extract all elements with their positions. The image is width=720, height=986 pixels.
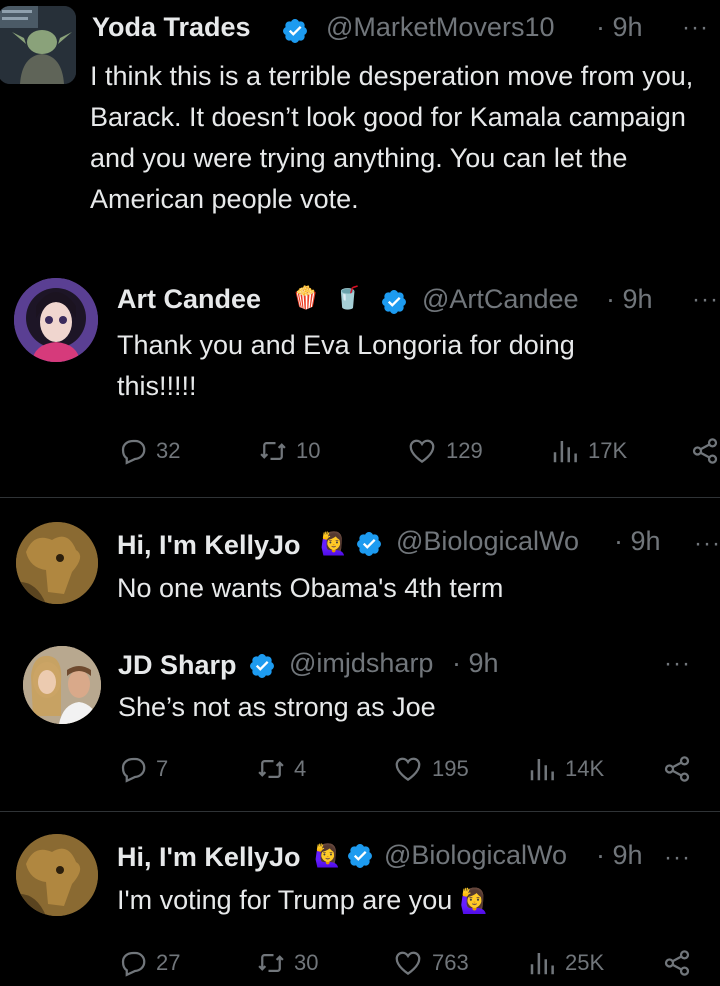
popcorn-emoji-icon: 🍿 — [292, 285, 320, 310]
tweet-text-content: I'm voting for Trump are you — [117, 885, 453, 915]
tweet-kellyjo-2[interactable]: Hi, I'm KellyJo 🙋‍♀️ @BiologicalWo · 9h … — [0, 812, 720, 986]
avatar[interactable] — [16, 522, 98, 604]
cup-emoji-icon: 🥤 — [334, 285, 362, 310]
tweet-text: No one wants Obama's 4th term — [117, 573, 504, 603]
avatar[interactable] — [23, 646, 101, 724]
handle[interactable]: @MarketMovers10 — [326, 12, 554, 43]
avatar[interactable] — [14, 278, 98, 362]
verified-badge-icon — [281, 17, 309, 45]
reply-count: 32 — [156, 438, 181, 463]
display-name[interactable]: Yoda Trades — [92, 12, 251, 43]
like-count: 195 — [432, 756, 469, 781]
view-count: 17K — [588, 438, 628, 463]
verified-badge-icon — [248, 652, 276, 680]
share-icon — [690, 436, 720, 466]
handle[interactable]: @imjdsharp — [289, 648, 433, 679]
repost-count: 30 — [294, 950, 319, 975]
more-options-icon[interactable]: ··· — [692, 286, 719, 314]
heart-icon — [392, 754, 424, 784]
verified-badge-icon — [346, 842, 374, 870]
avatar[interactable] — [16, 834, 98, 916]
timestamp[interactable]: · 9h — [596, 12, 643, 43]
repost-button[interactable]: 4 — [256, 754, 306, 784]
like-button[interactable]: 195 — [392, 754, 469, 784]
woman-raising-hand-emoji-icon: 🙋‍♀️ — [320, 531, 348, 556]
view-count: 25K — [565, 950, 605, 975]
heart-icon — [392, 948, 424, 978]
share-icon — [662, 948, 692, 978]
share-icon — [662, 754, 692, 784]
more-options-icon[interactable]: ··· — [664, 650, 691, 678]
reply-button[interactable]: 7 — [118, 754, 168, 784]
like-count: 763 — [432, 950, 469, 975]
repost-icon — [256, 948, 286, 978]
timestamp[interactable]: · 9h — [614, 526, 661, 557]
reply-button[interactable]: 27 — [118, 948, 180, 978]
tweet-jd-sharp[interactable]: JD Sharp @imjdsharp · 9h ··· She’s not a… — [0, 628, 720, 808]
avatar[interactable] — [0, 6, 76, 84]
tweet-text: I think this is a terrible desperation m… — [90, 61, 694, 214]
timestamp[interactable]: · 9h — [596, 840, 643, 871]
reply-icon — [118, 754, 148, 784]
display-name[interactable]: JD Sharp — [118, 650, 237, 681]
handle[interactable]: @BiologicalWo — [384, 840, 567, 871]
views-icon — [527, 948, 557, 978]
views-button[interactable]: 14K — [527, 754, 604, 784]
tweet-text: She’s not as strong as Joe — [118, 692, 436, 722]
heart-icon — [406, 436, 438, 466]
tweet-kellyjo[interactable]: Hi, I'm KellyJo 🙋‍♀️ @BiologicalWo · 9h … — [0, 498, 720, 628]
views-button[interactable]: 25K — [527, 948, 604, 978]
timestamp[interactable]: · 9h — [606, 284, 653, 315]
handle[interactable]: @ArtCandee — [422, 284, 579, 315]
repost-icon — [256, 754, 286, 784]
more-options-icon[interactable]: ··· — [682, 14, 709, 42]
tweet-art-candee[interactable]: Art Candee 🍿 🥤 @ArtCandee · 9h ··· Thank… — [0, 270, 720, 497]
reply-icon — [118, 436, 148, 466]
timestamp[interactable]: · 9h — [452, 648, 499, 679]
repost-count: 10 — [296, 438, 321, 463]
reply-button[interactable]: 32 — [118, 436, 180, 466]
tweet-yoda-trades[interactable]: Yoda Trades @MarketMovers10 · 9h ··· I t… — [0, 0, 720, 270]
like-count: 129 — [446, 438, 483, 463]
share-button[interactable] — [662, 754, 692, 784]
repost-count: 4 — [294, 756, 307, 781]
display-name[interactable]: Hi, I'm KellyJo — [117, 530, 300, 561]
display-name[interactable]: Art Candee — [117, 284, 261, 315]
verified-badge-icon — [380, 288, 408, 316]
reply-count: 27 — [156, 950, 181, 975]
woman-raising-hand-emoji-icon: 🙋‍♀️ — [459, 888, 490, 915]
repost-icon — [258, 436, 288, 466]
like-button[interactable]: 129 — [406, 436, 483, 466]
repost-button[interactable]: 30 — [256, 948, 318, 978]
woman-raising-hand-emoji-icon: 🙋‍♀️ — [314, 843, 342, 868]
share-button[interactable] — [662, 948, 692, 978]
reply-icon — [118, 948, 148, 978]
reply-count: 7 — [156, 756, 169, 781]
more-options-icon[interactable]: ··· — [694, 530, 720, 558]
display-name[interactable]: Hi, I'm KellyJo — [117, 842, 300, 873]
more-options-icon[interactable]: ··· — [664, 844, 691, 872]
tweet-text: I'm voting for Trump are you 🙋‍♀️ — [117, 880, 697, 922]
views-icon — [527, 754, 557, 784]
repost-button[interactable]: 10 — [258, 436, 320, 466]
view-count: 14K — [565, 756, 605, 781]
like-button[interactable]: 763 — [392, 948, 469, 978]
handle[interactable]: @BiologicalWo — [396, 526, 579, 557]
views-button[interactable]: 17K — [550, 436, 627, 466]
tweet-text: Thank you and Eva Longoria for doing thi… — [117, 330, 575, 401]
verified-badge-icon — [355, 530, 383, 558]
share-button[interactable] — [690, 436, 720, 466]
views-icon — [550, 436, 580, 466]
